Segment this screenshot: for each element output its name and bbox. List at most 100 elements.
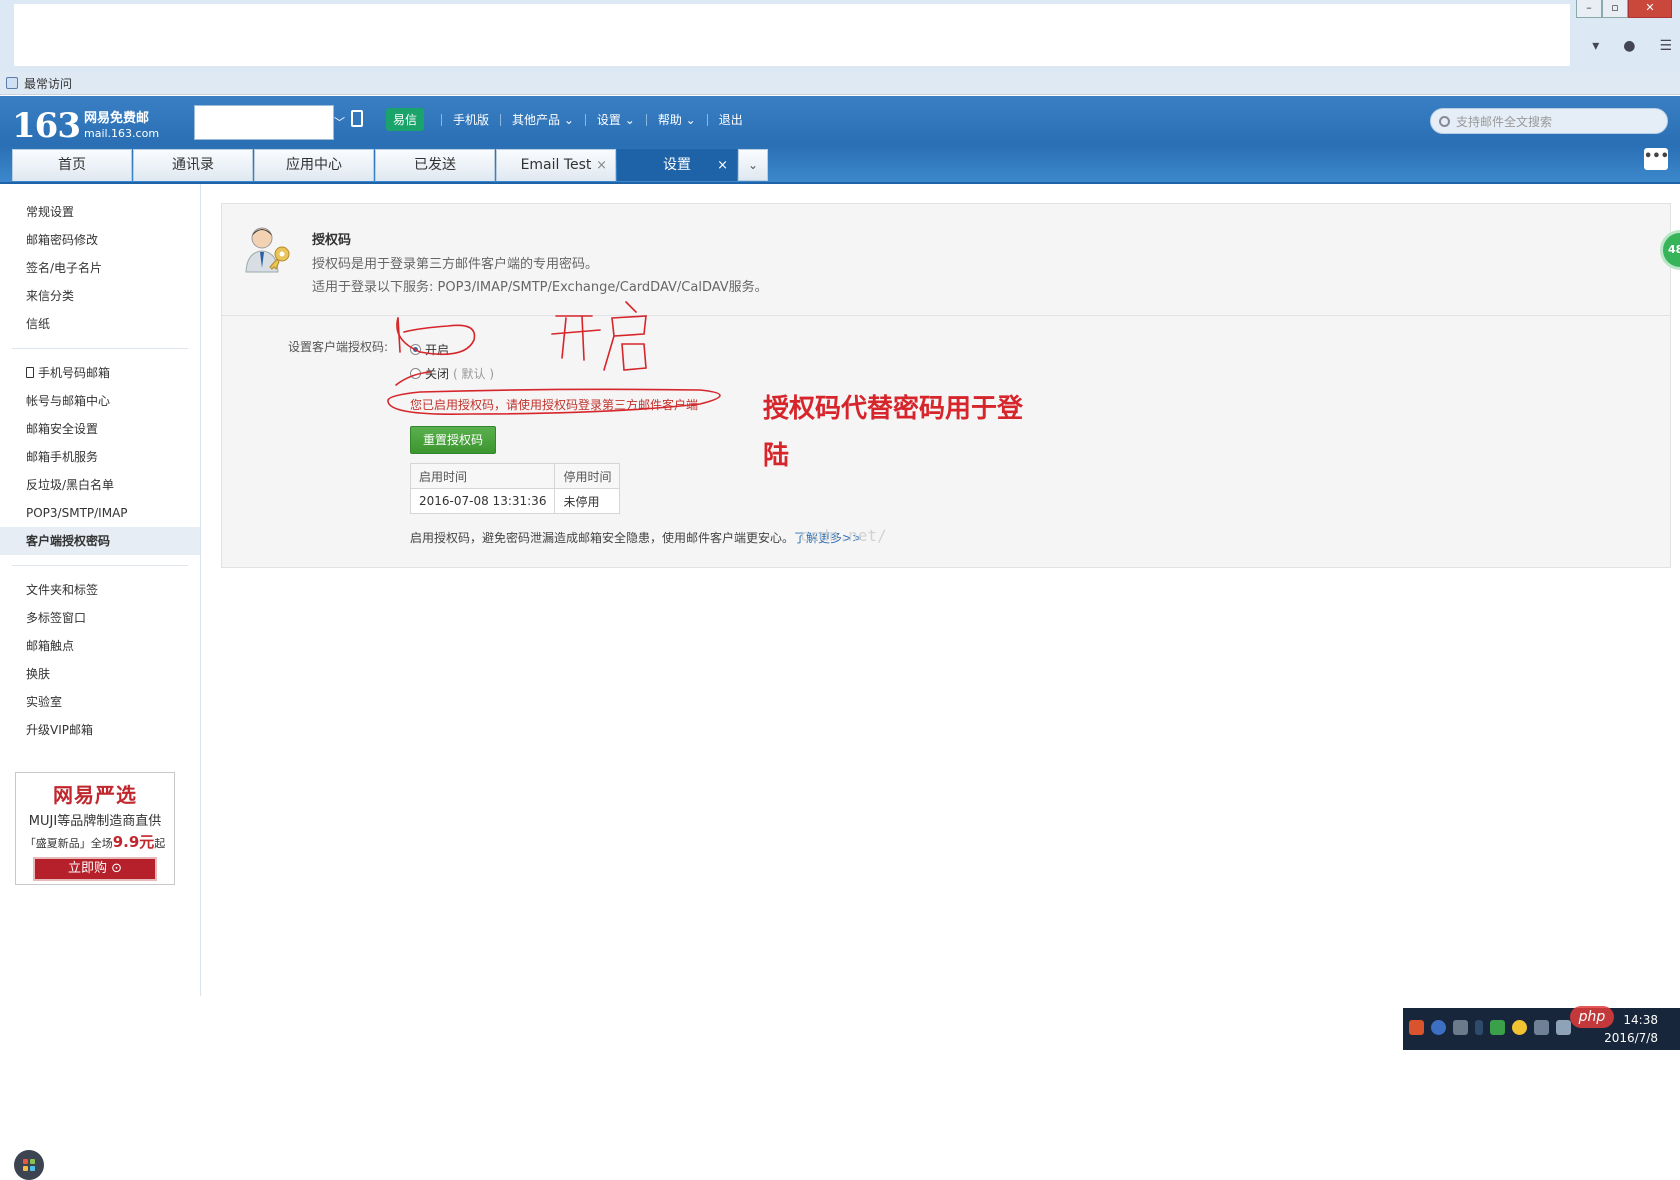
radio-button[interactable] [410,344,421,355]
menu-icon[interactable]: ☰ [1659,38,1672,54]
ad-banner[interactable]: 网易严选 MUJI等品牌制造商直供 「盛夏新品」全场9.9元起 立即购 ⊙ [15,772,175,885]
nav-other-products[interactable]: 其他产品 [512,111,560,128]
ad-buy-button[interactable]: 立即购 ⊙ [33,857,157,881]
sidebar-item-general[interactable]: 常规设置 [0,198,200,226]
network-icon[interactable] [1453,1020,1468,1035]
sidebar-item-filters[interactable]: 来信分类 [0,282,200,310]
sidebar-item-label: 手机号码邮箱 [38,366,111,380]
sidebar-item-pop3-smtp-imap[interactable]: POP3/SMTP/IMAP [0,499,200,527]
table-header-row: 启用时间 停用时间 [409,463,621,489]
security-app-icon[interactable] [1512,1020,1527,1035]
system-tray: 14:38 2016/7/8 [1403,1008,1680,1050]
radio-disable[interactable]: 关闭 ( 默认 ) [410,365,494,382]
sidebar-item-antispam[interactable]: 反垃圾/黑白名单 [0,471,200,499]
sidebar-divider [12,565,188,566]
tab-sent[interactable]: 已发送 [375,149,495,181]
tray-expand-icon[interactable] [1475,1020,1483,1035]
tab-settings[interactable]: 设置 × [617,149,737,181]
browser-toolbar-area [14,4,1570,66]
sidebar-item-client-auth-code[interactable]: 客户端授权密码 [0,527,200,555]
tray-icons [1409,1020,1571,1035]
minimize-button[interactable]: – [1576,0,1602,18]
radio-button[interactable] [410,368,421,379]
auth-footer-note: 启用授权码，避免密码泄漏造成邮箱安全隐患，使用邮件客户端更安心。了解更多>> [410,529,862,546]
sidebar-item-folders-tags[interactable]: 文件夹和标签 [0,576,200,604]
page-title: 授权码 [312,233,352,248]
close-icon[interactable]: × [596,150,607,181]
chevron-down-icon: ⌄ [560,112,574,127]
table-row: 2016-07-08 13:31:36 未停用 [409,488,621,514]
phone-icon[interactable] [351,110,363,127]
chevron-down-icon: ⌄ [620,112,635,127]
sidebar-item-multitab[interactable]: 多标签窗口 [0,604,200,632]
maximize-button[interactable]: ▫ [1602,0,1628,18]
account-box[interactable] [194,105,334,140]
nav-settings[interactable]: 设置 [597,111,621,128]
radio-disable-label: 关闭 [425,367,450,381]
sidebar-item-signature[interactable]: 签名/电子名片 [0,254,200,282]
watermark: csdn.net/ [800,526,887,545]
chevron-down-icon: ⌄ [747,158,759,172]
logo-number: 163 [12,106,81,146]
annotation-note: 授权码代替密码用于登陆 [763,394,1024,471]
enabled-status-message: 您已启用授权码，请使用授权码登录第三方邮件客户端 [410,398,699,412]
nav-yixin[interactable]: 易信 [386,108,425,131]
tab-email-test[interactable]: Email Test × [496,149,616,181]
shield-icon[interactable] [1490,1020,1505,1035]
nav-help[interactable]: 帮助 [658,111,682,128]
logo[interactable]: 163 网易免费邮 mail.163.com [12,106,159,146]
app-grid-icon [30,1166,35,1171]
bookmarks-bar: 最常访问 [0,72,1680,95]
table-cell-enable-time: 2016-07-08 13:31:36 [409,488,556,514]
mail-header: 163 网易免费邮 mail.163.com ﹀ 易信 手机版 其他产品 ⌄ 设… [0,96,1680,184]
nav-separator [706,113,708,126]
sidebar-item-phone-service[interactable]: 邮箱手机服务 [0,443,200,471]
sidebar-group-security: 手机号码邮箱 帐号与邮箱中心 邮箱安全设置 邮箱手机服务 反垃圾/黑白名单 PO… [0,359,200,555]
sidebar-item-skin[interactable]: 换肤 [0,660,200,688]
logo-domain: mail.163.com [83,126,160,140]
tab-label: 设置 [663,157,691,173]
chat-icon[interactable]: ● [1623,38,1635,54]
nav-mobile[interactable]: 手机版 [453,111,489,128]
clock-time[interactable]: 14:38 [1623,1013,1658,1027]
ad-title: 网易严选 [53,783,137,807]
input-method-icon[interactable] [1409,1020,1424,1035]
monitor-icon[interactable] [1534,1020,1549,1035]
dropdown-icon[interactable]: ▾ [1592,38,1599,54]
radio-enable[interactable]: 开启 [410,341,449,358]
nav-separator [584,113,586,126]
sidebar-item-security[interactable]: 邮箱安全设置 [0,415,200,443]
sidebar-item-phone-mailbox[interactable]: 手机号码邮箱 [0,359,200,387]
sidebar-item-password[interactable]: 邮箱密码修改 [0,226,200,254]
top-nav: 易信 手机版 其他产品 ⌄ 设置 ⌄ 帮助 ⌄ 退出 [386,108,743,131]
clock-date[interactable]: 2016/7/8 [1604,1031,1658,1045]
ad-line2: 「盛夏新品」全场9.9元起 [16,831,174,852]
volume-icon[interactable] [1556,1020,1571,1035]
table-header: 停用时间 [554,463,621,489]
tab-list-button[interactable]: ⌄ [738,149,768,181]
help-icon[interactable] [1431,1020,1446,1035]
sidebar-item-account-center[interactable]: 帐号与邮箱中心 [0,387,200,415]
nav-logout[interactable]: 退出 [719,111,743,128]
tab-app-center[interactable]: 应用中心 [254,149,374,181]
sidebar-item-lab[interactable]: 实验室 [0,688,200,716]
bookmark-most-visited[interactable]: 最常访问 [24,75,72,92]
logo-name: 网易免费邮 [83,110,149,126]
close-window-button[interactable]: ✕ [1628,0,1672,18]
tab-home[interactable]: 首页 [12,149,132,181]
close-icon[interactable]: × [717,150,728,181]
phone-icon [26,367,34,378]
chevron-down-icon[interactable]: ﹀ [334,114,345,130]
app-grid-icon [23,1159,28,1164]
ad-price: 9.9元 [112,833,155,851]
sidebar-item-touchpoints[interactable]: 邮箱触点 [0,632,200,660]
tab-contacts[interactable]: 通讯录 [133,149,253,181]
app-grid-button[interactable] [14,1150,44,1180]
tab-label: 首页 [58,157,86,173]
search-box[interactable]: 支持邮件全文搜索 [1430,108,1668,134]
sidebar-item-stationery[interactable]: 信纸 [0,310,200,338]
sidebar-item-upgrade-vip[interactable]: 升级VIP邮箱 [0,716,200,744]
sidebar-group-general: 常规设置 邮箱密码修改 签名/电子名片 来信分类 信纸 [0,184,200,338]
more-button[interactable]: ••• [1644,148,1669,170]
reset-auth-code-button[interactable]: 重置授权码 [410,426,496,454]
